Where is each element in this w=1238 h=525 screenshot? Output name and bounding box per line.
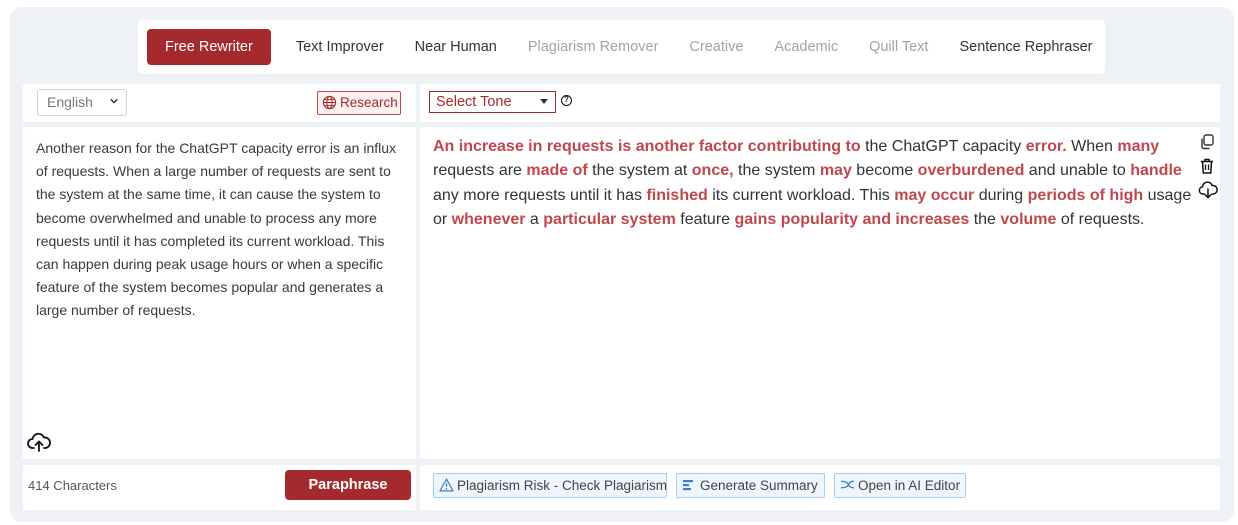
rewritten-phrase: may occur (894, 186, 975, 204)
output-phrase: When (1066, 138, 1118, 155)
tab-free-rewriter[interactable]: Free Rewriter (147, 29, 271, 65)
tab-quill-text[interactable]: Quill Text (869, 39, 928, 55)
rewritten-phrase: finished (646, 186, 708, 204)
output-phrase: the system at (587, 162, 692, 180)
mode-tabs: Free Rewriter Text Improver Near Human P… (138, 20, 1105, 74)
generate-summary-button[interactable]: Generate Summary (676, 473, 825, 498)
output-phrase: requests are (433, 162, 527, 180)
input-text[interactable]: Another reason for the ChatGPT capacity … (36, 137, 406, 323)
language-value: English (47, 94, 93, 110)
output-phrase: and unable to (1024, 162, 1131, 180)
tab-near-human[interactable]: Near Human (415, 39, 497, 55)
rewritten-phrase: handle (1130, 162, 1182, 180)
open-ai-editor-button[interactable]: Open in AI Editor (834, 473, 966, 498)
output-phrase: during (974, 186, 1028, 204)
language-select[interactable]: English (37, 89, 127, 116)
research-label: Research (340, 95, 398, 110)
output-phrase: of requests. (1056, 211, 1145, 229)
tab-sentence-rephraser[interactable]: Sentence Rephraser (959, 39, 1092, 55)
rewritten-phrase: once, (691, 162, 734, 180)
trash-icon[interactable] (1198, 157, 1216, 175)
output-toolbar: Select Tone ? (420, 84, 1220, 122)
rewritten-phrase: whenever (451, 211, 526, 229)
rewritten-phrase: may (819, 162, 852, 180)
cloud-download-icon[interactable] (1198, 181, 1218, 199)
rewritten-phrase: made of (526, 162, 588, 180)
cloud-upload-icon[interactable] (27, 431, 51, 453)
tone-value: Select Tone (436, 94, 512, 110)
output-phrase: feature (675, 211, 735, 229)
character-count: 414 Characters (28, 478, 117, 493)
rewritten-phrase: error. (1025, 138, 1067, 155)
tone-select[interactable]: Select Tone (429, 91, 556, 113)
output-text[interactable]: An increase in requests is another facto… (433, 135, 1198, 233)
check-plagiarism-button[interactable]: Plagiarism Risk - Check Plagiarism (433, 473, 667, 498)
output-phrase: the (969, 211, 1001, 229)
output-phrase: its current workload. This (707, 186, 895, 204)
chevron-down-icon (110, 98, 118, 104)
tab-plagiarism-remover[interactable]: Plagiarism Remover (528, 39, 659, 55)
chevron-down-icon (540, 99, 548, 104)
generate-summary-label: Generate Summary (700, 478, 818, 493)
output-phrase: a (525, 211, 544, 229)
output-phrase: the ChatGPT capacity (860, 138, 1026, 155)
rewritten-phrase: many (1117, 138, 1160, 155)
tab-academic[interactable]: Academic (774, 39, 838, 55)
research-button[interactable]: Research (317, 91, 401, 115)
rewritten-phrase: periods of high (1027, 186, 1144, 204)
input-toolbar: English Research (23, 84, 416, 122)
warning-icon (439, 478, 454, 492)
rewritten-phrase: gains popularity and increases (734, 211, 970, 229)
output-phrase: the system (733, 162, 820, 180)
tab-creative[interactable]: Creative (689, 39, 743, 55)
check-plagiarism-label: Plagiarism Risk - Check Plagiarism (457, 478, 668, 493)
rewritten-phrase: overburdened (917, 162, 1025, 180)
rewritten-phrase: An increase in requests is another facto… (433, 138, 861, 155)
help-icon[interactable]: ? (561, 95, 572, 106)
summary-icon (683, 480, 693, 491)
open-ai-editor-label: Open in AI Editor (858, 478, 961, 493)
copy-icon[interactable] (1198, 133, 1216, 151)
output-footer: Plagiarism Risk - Check Plagiarism Gener… (420, 465, 1220, 510)
input-footer: 414 Characters Paraphrase (23, 465, 416, 510)
output-phrase: become (851, 162, 918, 180)
output-phrase: any more requests until it has (433, 186, 647, 204)
output-actions (1198, 133, 1218, 205)
rewritten-phrase: particular system (543, 211, 676, 229)
output-editor: An increase in requests is another facto… (420, 127, 1220, 459)
input-editor[interactable]: Another reason for the ChatGPT capacity … (23, 127, 416, 459)
paraphrase-button[interactable]: Paraphrase (285, 470, 411, 500)
ai-editor-icon (840, 480, 855, 489)
tab-text-improver[interactable]: Text Improver (296, 39, 384, 55)
globe-icon (322, 95, 337, 110)
rewritten-phrase: volume (1000, 211, 1057, 229)
